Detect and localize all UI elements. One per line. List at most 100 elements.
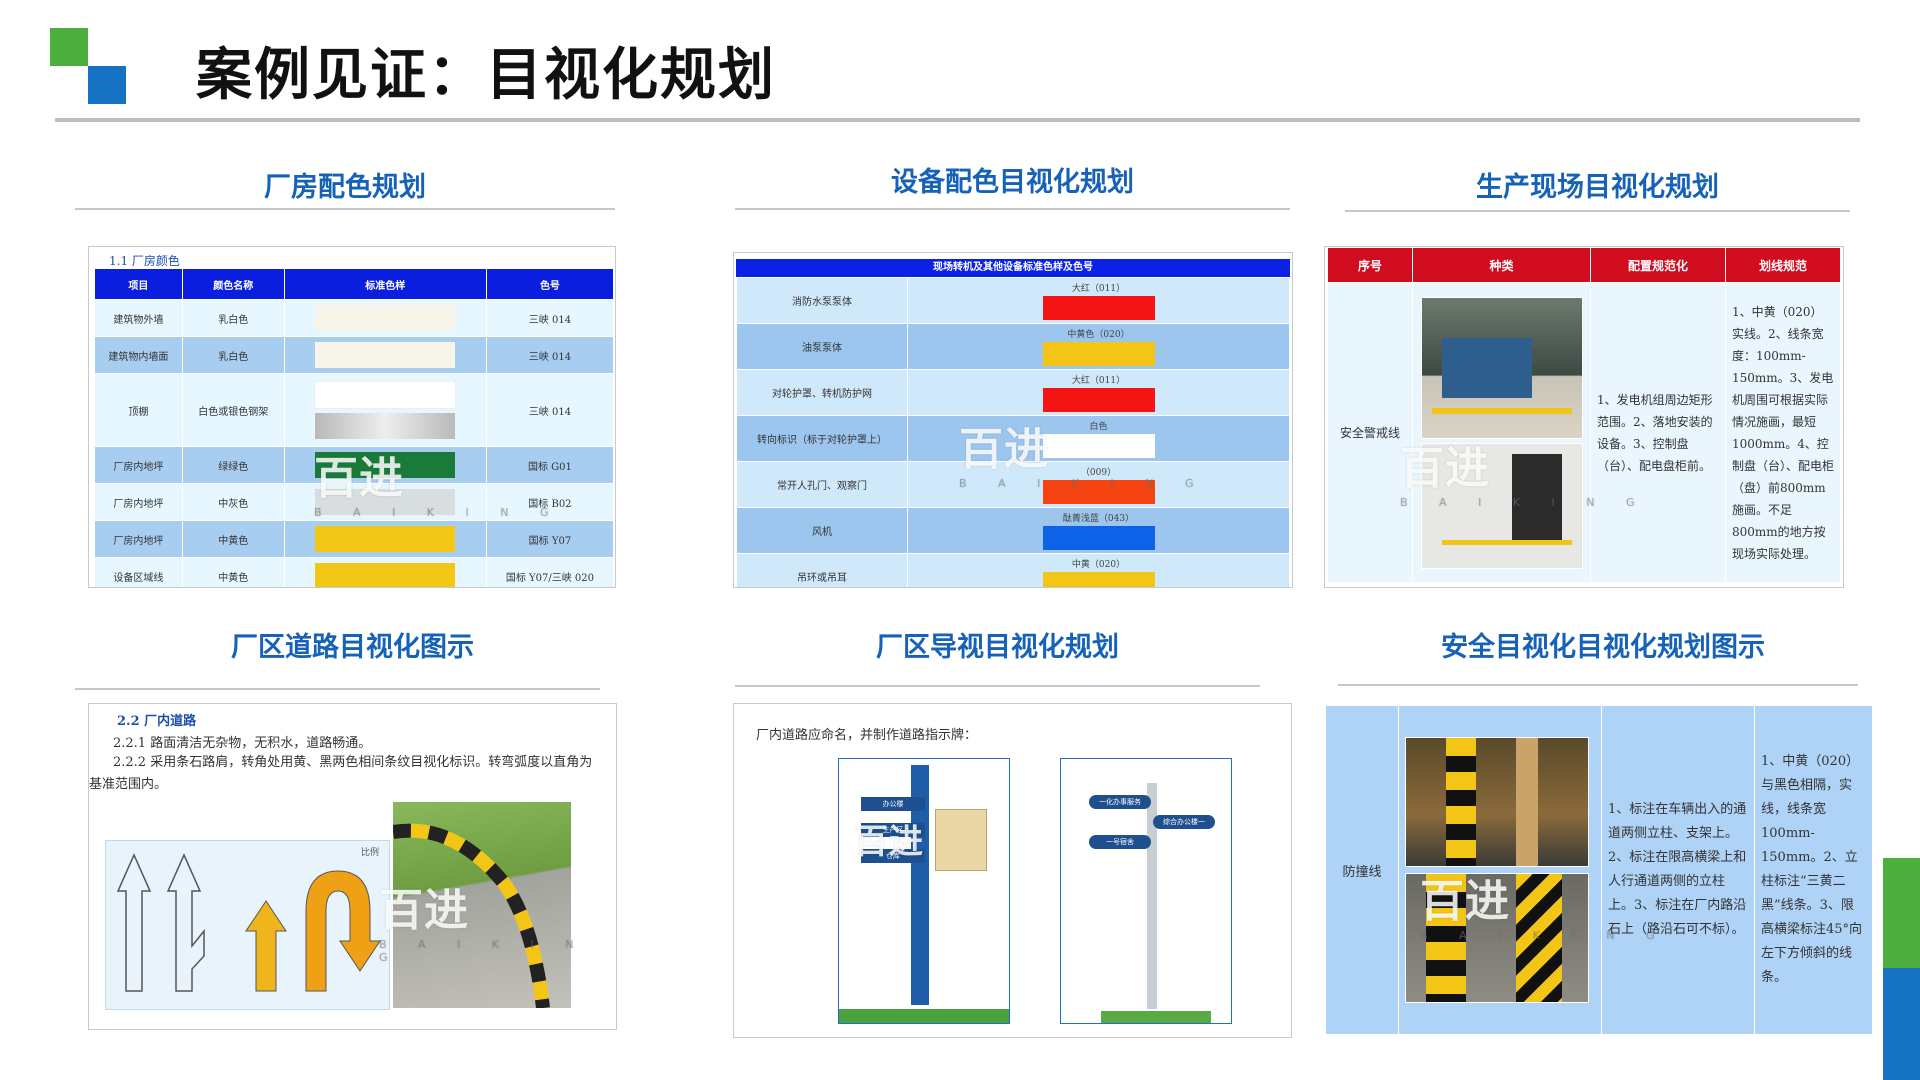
color-label: 白色 <box>1089 422 1108 432</box>
table-row: 消防水泵泵体 大红（011） <box>736 277 1290 324</box>
color-swatch <box>315 305 456 331</box>
table-row: 厂房内地坪 中黄色 国标 Y07 <box>94 520 615 558</box>
cell-swatch <box>283 373 487 447</box>
table-row: 风机 酞菁浅蓝（043） <box>736 507 1290 554</box>
color-swatch <box>315 526 456 552</box>
column-photo <box>1405 873 1589 1003</box>
striped-pillar <box>1446 738 1476 866</box>
scale-label: 比例 <box>360 848 379 858</box>
cell-color: （009） <box>907 461 1290 508</box>
table-row: 油泵泵体 中黄色（020） <box>736 323 1290 370</box>
section-title-3: 生产现场目视化规划 <box>1476 172 1719 203</box>
color-swatch <box>314 381 457 409</box>
section-title-4: 厂区道路目视化图示 <box>231 632 474 663</box>
cabinet-photo <box>1420 442 1583 569</box>
cell-type: 安全警戒线 <box>1327 282 1413 583</box>
color-bar <box>1042 296 1155 320</box>
signage-panel: 厂内道路应命名，并制作道路指示牌： 办公楼 生产区 仓库 一化办事服务 综合办公… <box>733 703 1292 1038</box>
cell-color: 酞菁浅蓝（043） <box>907 507 1290 554</box>
color-label: （009） <box>1080 468 1117 478</box>
cell-code: 国标 Y07/三峡 020 <box>485 557 615 587</box>
production-site-table: 序号 种类 配置规范化 划线规范 安全警戒线 1、发电机组周边矩形范围。2、落地… <box>1327 247 1841 583</box>
cell-code: 国标 G01 <box>485 446 615 484</box>
body-line-2: 2.2.2 采用条石路肩，转角处用黄、黑两色相间条纹目视化标识。转弯弧度以直角为… <box>89 755 593 792</box>
table-row: 设备区域线 中黄色 国标 Y07/三峡 020 <box>94 557 615 587</box>
table-row: 防撞线 1、标注在车辆出入的通道两侧立柱、支架上。2、标注在限高横梁上和人行通道… <box>1325 705 1873 1035</box>
sign-arm: 生产区 <box>861 823 925 837</box>
cell-item: 油泵泵体 <box>736 323 908 370</box>
cell-swatch <box>283 557 487 587</box>
sign-arm: 综合办公楼一 <box>1153 815 1215 829</box>
cell-item: 厂房内地坪 <box>94 520 183 558</box>
color-swatch <box>315 563 456 587</box>
equipment-color-table-panel: 现场转机及其他设备标准色样及色号 消防水泵泵体 大红（011） 油泵泵体 中黄色（0… <box>733 252 1293 588</box>
cell-type: 防撞线 <box>1325 705 1399 1035</box>
cell-config: 1、标注在车辆出入的通道两侧立柱、支架上。2、标注在限高横梁上和人行通道两侧的立… <box>1601 705 1755 1035</box>
generator-photo <box>1420 296 1583 439</box>
color-swatch <box>315 413 456 439</box>
cell-color-name: 乳白色 <box>181 336 285 374</box>
cell-swatch <box>283 483 487 521</box>
section-title-5: 厂区导视目视化规划 <box>876 632 1119 663</box>
table-row: 转向标识（标于对轮护罩上） 白色 <box>736 415 1290 462</box>
cell-color: 大红（011） <box>907 277 1290 324</box>
grass-base <box>1101 1011 1211 1023</box>
cell-code: 三峡 014 <box>485 373 615 447</box>
cell-item: 风机 <box>736 507 908 554</box>
cell-item: 常开人孔门、观察门 <box>736 461 908 508</box>
striped-column <box>1516 874 1562 1002</box>
color-label: 中黄（020） <box>1071 560 1126 570</box>
cell-item: 建筑物内墙面 <box>94 336 183 374</box>
table-row: 常开人孔门、观察门 （009） <box>736 461 1290 508</box>
cell-code: 三峡 014 <box>485 336 615 374</box>
sign-board-1: 办公楼 生产区 仓库 <box>838 758 1010 1024</box>
column-header: 色号 <box>485 268 615 300</box>
page-title: 案例见证：目视化规划 <box>196 43 776 108</box>
cell-color-name: 中黄色 <box>181 557 285 587</box>
section-rule-5 <box>735 685 1260 687</box>
column-header: 标准色样 <box>283 268 487 300</box>
color-swatch <box>315 342 456 368</box>
sign-arm: 一化办事服务 <box>1089 795 1151 809</box>
section-title-2: 设备配色目视化规划 <box>891 167 1134 198</box>
color-label: 中黄色（020） <box>1067 330 1130 340</box>
column-header: 项目 <box>94 268 183 300</box>
cell-config: 1、发电机组周边矩形范围。2、落地安装的设备。3、控制盘（台）、配电盘柜前。 <box>1590 282 1726 583</box>
factory-color-table: 项目 颜色名称 标准色样 色号 建筑物外墙 乳白色 三峡 014 建筑物内墙面 … <box>94 268 615 587</box>
road-visual-panel: 2.2 厂内道路 2.2.1 路面清洁无杂物，无积水，道路畅通。 2.2.2 采… <box>88 703 617 1030</box>
color-label: 大红（011） <box>1071 376 1126 386</box>
color-label: 大红（011） <box>1071 284 1126 294</box>
section-rule-1 <box>75 208 615 210</box>
color-bar <box>1042 388 1155 412</box>
table-header: 现场转机及其他设备标准色样及色号 <box>736 259 1290 277</box>
logo-square-blue <box>88 66 126 104</box>
yellow-line <box>1431 407 1572 414</box>
cell-color-name: 中灰色 <box>181 483 285 521</box>
cell-code: 国标 Y07 <box>485 520 615 558</box>
machine-shape <box>1441 337 1532 398</box>
production-site-table-panel: 序号 种类 配置规范化 划线规范 安全警戒线 1、发电机组周边矩形范围。2、落地… <box>1324 246 1844 588</box>
cell-code: 三峡 014 <box>485 299 615 337</box>
color-bar <box>1042 526 1155 550</box>
rack-shape <box>1516 738 1538 866</box>
subsection-heading: 2.2 厂内道路 <box>117 714 197 729</box>
table-row: 安全警戒线 1、发电机组周边矩形范围。2、落地安装的设备。3、控制盘（台）、配电… <box>1327 282 1841 583</box>
cell-color-name: 乳白色 <box>181 299 285 337</box>
cell-swatch <box>283 446 487 484</box>
column-header: 划线规范 <box>1725 247 1841 283</box>
column-header: 配置规范化 <box>1590 247 1726 283</box>
road-arrow-diagram: 比例 <box>105 840 390 1010</box>
column-header: 种类 <box>1412 247 1591 283</box>
pillar-photo <box>1405 737 1589 867</box>
cell-item: 设备区域线 <box>94 557 183 587</box>
grass-base <box>839 1009 1009 1023</box>
cell-color-name: 绿绿色 <box>181 446 285 484</box>
cell-rule: 1、中黄（020）实线。2、线条宽度：100mm-150mm。3、发电机周围可根… <box>1725 282 1841 583</box>
section-rule-2 <box>735 208 1290 210</box>
section-rule-6 <box>1338 684 1858 686</box>
sign-map <box>935 809 987 871</box>
color-bar <box>1042 572 1155 587</box>
column-header: 序号 <box>1327 247 1413 283</box>
table-row: 建筑物外墙 乳白色 三峡 014 <box>94 299 615 337</box>
curb-stripes-svg <box>393 823 550 1008</box>
